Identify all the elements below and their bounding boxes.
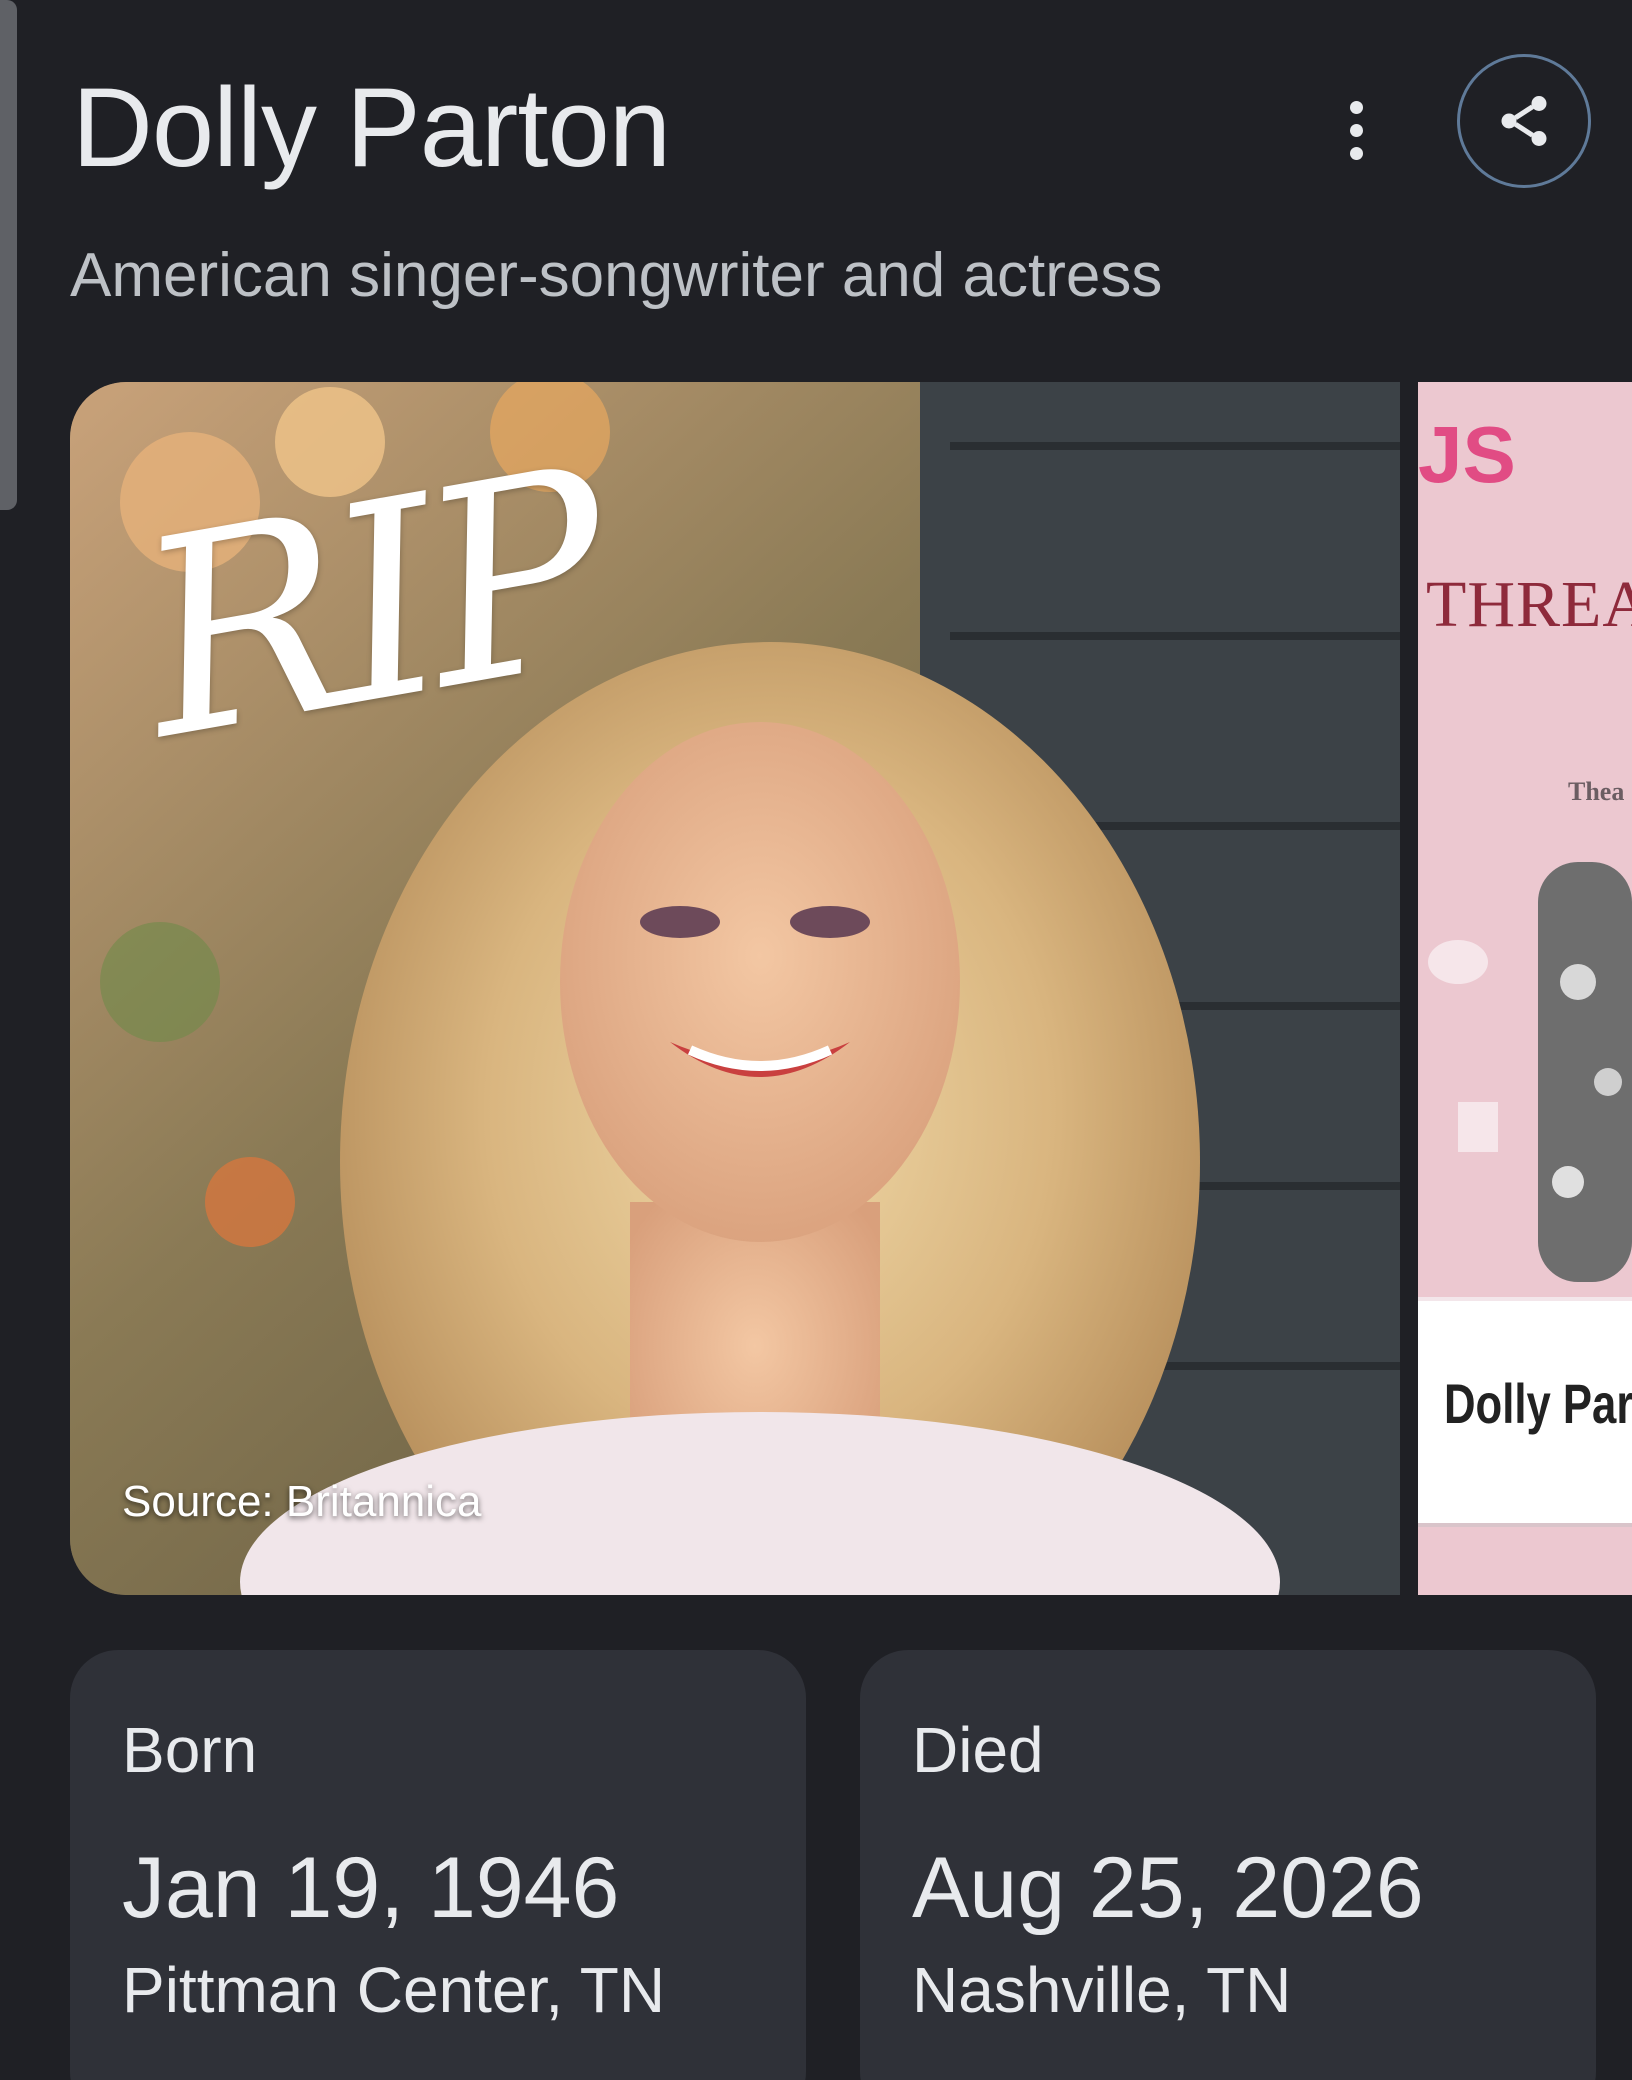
more-options-button[interactable] [1326, 90, 1386, 170]
scroll-indicator[interactable] [0, 0, 17, 510]
share-button[interactable] [1457, 54, 1591, 188]
born-place: Pittman Center, TN [122, 1954, 666, 2026]
main-photo[interactable]: RIP Source: Britannica [70, 382, 1400, 1595]
born-card[interactable]: Born Jan 19, 1946 Pittman Center, TN [70, 1650, 806, 2080]
died-label: Died [912, 1714, 1044, 1786]
entity-subtitle: American singer-songwriter and actress [70, 241, 1163, 310]
share-icon [1501, 96, 1547, 146]
sign-text-thread: THREAD [1426, 568, 1632, 641]
svg-text:JS: JS [1418, 410, 1516, 499]
died-card[interactable]: Died Aug 25, 2026 Nashville, TN [860, 1650, 1596, 2080]
more-vert-icon [1349, 100, 1363, 114]
died-date: Aug 25, 2026 [912, 1840, 1424, 1936]
born-label: Born [122, 1714, 258, 1786]
died-place: Nashville, TN [912, 1954, 1292, 2026]
more-vert-icon-dot [1349, 146, 1363, 160]
sign-text-theatre: Thea [1568, 777, 1625, 806]
secondary-caption: Dolly Parto [1444, 1372, 1632, 1435]
secondary-caption-box: Dolly Parto [1418, 1297, 1632, 1527]
more-vert-icon-dot [1349, 123, 1363, 137]
secondary-photo[interactable]: JS THREAD Thea Dolly Parto [1418, 382, 1632, 1595]
image-source-label: Source: Britannica [122, 1477, 482, 1526]
born-date: Jan 19, 1946 [122, 1840, 620, 1936]
entity-title: Dolly Parton [72, 65, 671, 190]
